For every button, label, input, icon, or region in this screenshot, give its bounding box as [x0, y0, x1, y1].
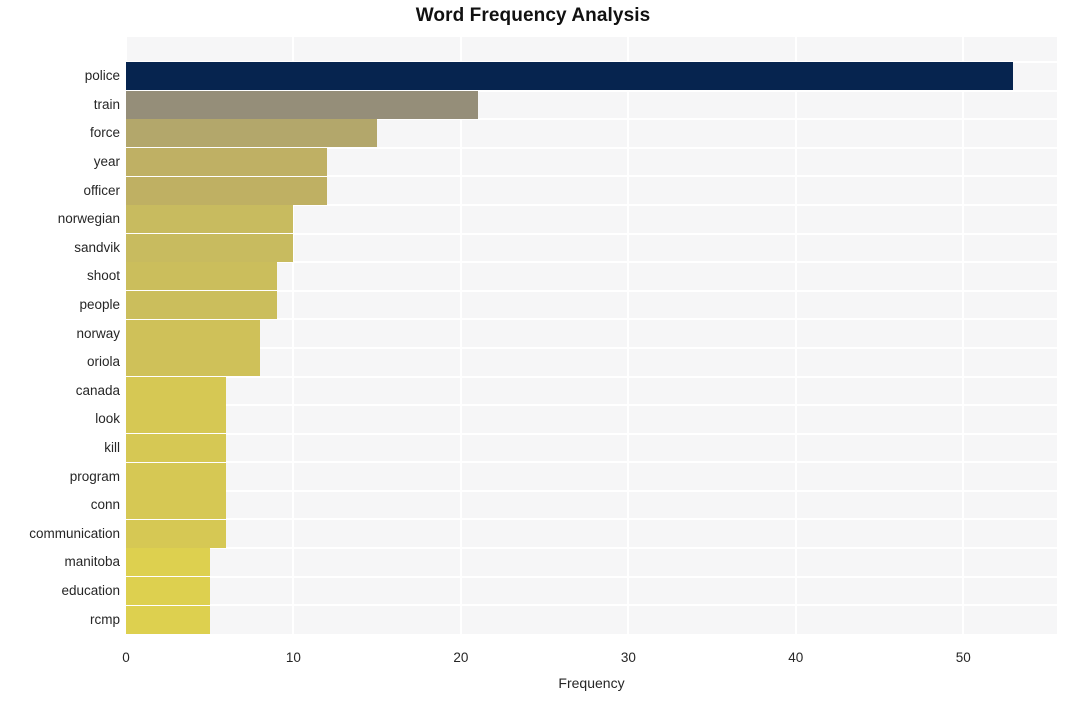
- bar-norway[interactable]: [126, 319, 260, 348]
- gridline-horizontal: [126, 575, 1057, 578]
- gridline-horizontal: [126, 375, 1057, 378]
- gridline-vertical: [459, 37, 462, 634]
- bar-force[interactable]: [126, 119, 378, 148]
- x-tick-label-0: 0: [122, 650, 130, 665]
- bar-norwegian[interactable]: [126, 205, 294, 234]
- bar-conn[interactable]: [126, 491, 227, 520]
- gridline-vertical: [627, 37, 630, 634]
- y-tick-label-kill: kill: [104, 439, 120, 455]
- y-tick-label-education: education: [61, 582, 120, 598]
- y-tick-label-year: year: [93, 154, 120, 170]
- y-tick-label-train: train: [93, 96, 120, 112]
- y-tick-label-police: police: [84, 68, 120, 84]
- bar-year[interactable]: [126, 148, 327, 177]
- bar-people[interactable]: [126, 291, 277, 320]
- bar-canada[interactable]: [126, 376, 227, 405]
- x-tick-label-50: 50: [955, 650, 971, 665]
- y-tick-label-communication: communication: [29, 525, 120, 541]
- bar-manitoba[interactable]: [126, 548, 210, 577]
- x-axis: Frequency 0 10 20 30 40 50: [0, 634, 1066, 701]
- gridline-horizontal: [126, 346, 1057, 349]
- gridline-vertical: [794, 37, 797, 634]
- y-tick-label-officer: officer: [83, 182, 120, 198]
- chart-title: Word Frequency Analysis: [415, 5, 651, 26]
- y-tick-label-shoot: shoot: [86, 268, 120, 284]
- x-tick-label-20: 20: [453, 650, 469, 665]
- y-tick-label-norway: norway: [76, 325, 120, 341]
- gridline-horizontal: [126, 547, 1057, 550]
- bar-look[interactable]: [126, 405, 227, 434]
- gridline-horizontal: [126, 461, 1057, 464]
- y-tick-label-canada: canada: [75, 382, 120, 398]
- y-tick-label-look: look: [95, 411, 120, 427]
- plot-area: [126, 37, 1057, 634]
- gridline-vertical: [962, 37, 965, 634]
- y-tick-label-conn: conn: [90, 497, 120, 513]
- bar-program[interactable]: [126, 462, 227, 491]
- bar-oriola[interactable]: [126, 348, 260, 377]
- y-tick-label-force: force: [89, 125, 120, 141]
- y-tick-label-manitoba: manitoba: [64, 554, 120, 570]
- y-axis: police train force year officer norwegian sand…: [0, 37, 120, 634]
- gridline-horizontal: [126, 489, 1057, 492]
- bar-rcmp[interactable]: [126, 605, 210, 634]
- gridline-horizontal: [126, 404, 1057, 407]
- gridline-horizontal: [126, 604, 1057, 607]
- y-tick-label-sandvik: sandvik: [74, 239, 120, 255]
- bar-sandvik[interactable]: [126, 233, 294, 262]
- x-axis-title: Frequency: [558, 675, 625, 691]
- y-tick-label-norwegian: norwegian: [57, 211, 120, 227]
- y-tick-label-rcmp: rcmp: [90, 611, 120, 627]
- bar-officer[interactable]: [126, 176, 327, 205]
- y-tick-label-people: people: [79, 297, 120, 313]
- gridline-horizontal: [126, 432, 1057, 435]
- bar-education[interactable]: [126, 576, 210, 605]
- gridline-horizontal: [126, 518, 1057, 521]
- bar-train[interactable]: [126, 90, 478, 119]
- bar-communication[interactable]: [126, 519, 227, 548]
- bar-shoot[interactable]: [126, 262, 277, 291]
- bar-kill[interactable]: [126, 433, 227, 462]
- y-tick-label-program: program: [69, 468, 120, 484]
- x-tick-label-40: 40: [788, 650, 804, 665]
- bar-police[interactable]: [126, 62, 1014, 91]
- x-tick-label-30: 30: [620, 650, 636, 665]
- y-tick-label-oriola: oriola: [86, 354, 120, 370]
- x-tick-label-10: 10: [285, 650, 301, 665]
- word-frequency-chart: Word Frequency Analysis police train force…: [0, 0, 1066, 701]
